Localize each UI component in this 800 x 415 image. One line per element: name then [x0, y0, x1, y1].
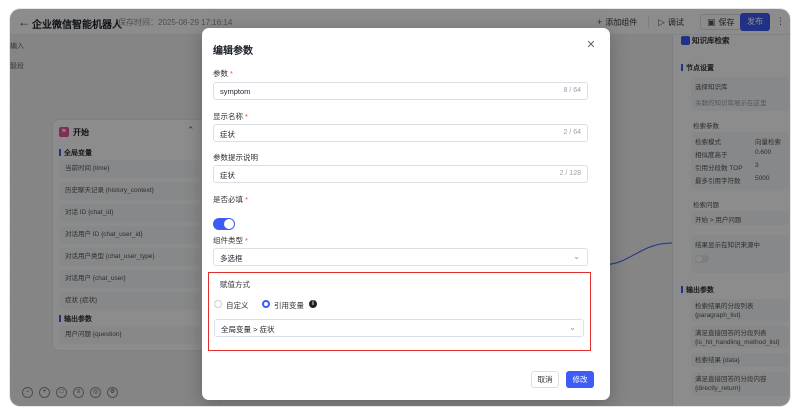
radio-reference[interactable]: [262, 300, 270, 308]
app-window: ← 企业微信智能机器人 保存时间：2025-08-29 17:16:14 + 添…: [10, 9, 790, 406]
cancel-button[interactable]: 取消: [531, 371, 559, 388]
close-icon[interactable]: ✕: [585, 38, 597, 51]
edit-param-dialog: 编辑参数 ✕ 参数 * symptom 8 / 64 显示名称 * 症状 2 / 6…: [202, 28, 610, 400]
reference-variable-select[interactable]: 全局变量 > 症状 ⌄: [214, 319, 584, 337]
chevron-down-icon: ⌄: [573, 252, 580, 261]
radio-custom[interactable]: [214, 300, 222, 308]
chevron-down-icon: ⌄: [569, 323, 576, 332]
hint-label: 参数提示说明: [213, 153, 258, 162]
param-input[interactable]: symptom 8 / 64: [213, 82, 588, 100]
assign-method-section: 赋值方式 自定义 引用变量 i 全局变量 > 症状 ⌄: [208, 272, 591, 351]
display-name-label: 显示名称 *: [213, 112, 248, 121]
radio-reference-label[interactable]: 引用变量: [274, 300, 304, 311]
required-toggle[interactable]: [213, 218, 235, 230]
display-name-input[interactable]: 症状 2 / 64: [213, 124, 588, 142]
param-label: 参数 *: [213, 69, 233, 78]
component-type-label: 组件类型 *: [213, 236, 248, 245]
assign-method-label: 赋值方式: [220, 280, 250, 289]
info-icon[interactable]: i: [309, 300, 317, 308]
radio-custom-label[interactable]: 自定义: [226, 300, 249, 311]
component-type-select[interactable]: 多选框 ⌄: [213, 248, 588, 266]
hint-input[interactable]: 症状 2 / 128: [213, 165, 588, 183]
required-label: 是否必填 *: [213, 195, 248, 204]
dialog-title: 编辑参数: [213, 46, 253, 57]
confirm-button[interactable]: 修改: [566, 371, 594, 388]
